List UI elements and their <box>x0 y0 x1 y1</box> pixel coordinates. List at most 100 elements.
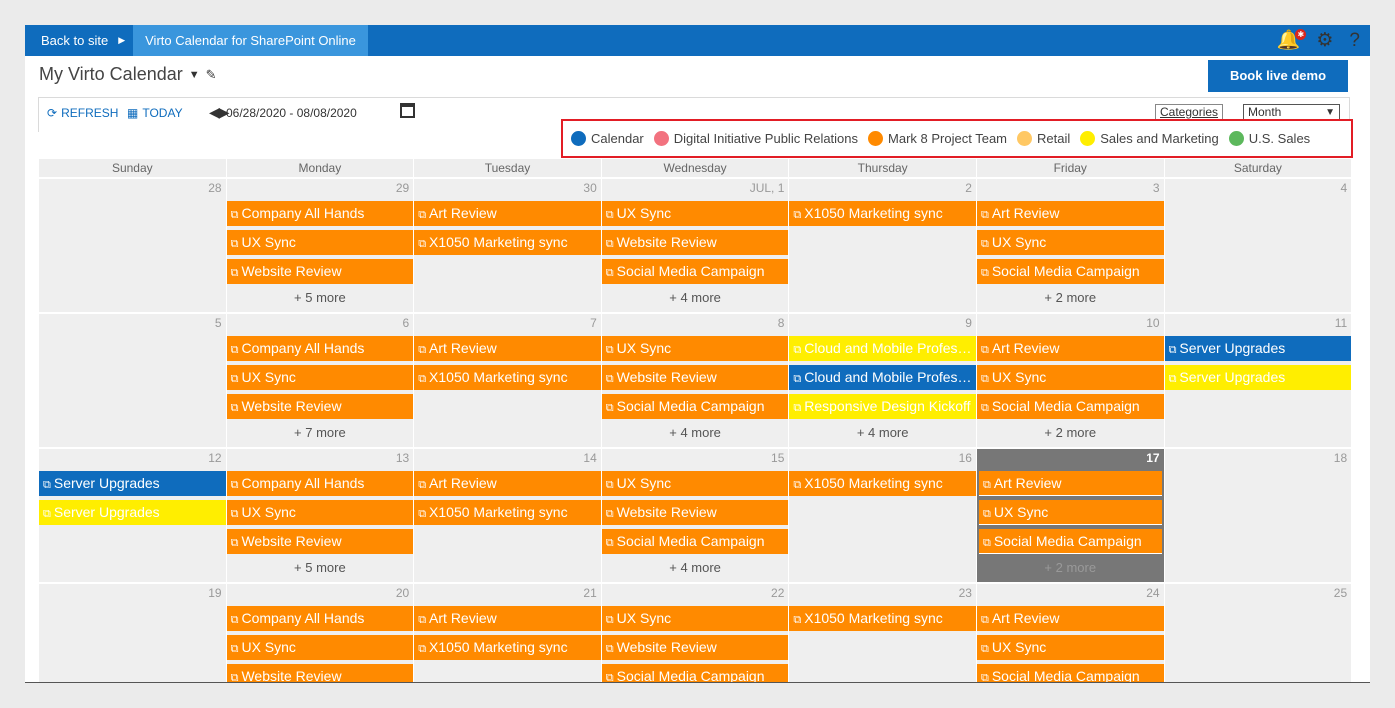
day-number[interactable]: 29 <box>396 181 409 195</box>
day-cell[interactable]: 7 ⧉ Art Review ⧉ X1050 Marketing sync <box>414 314 601 447</box>
day-cell[interactable]: 18 <box>1164 449 1352 582</box>
day-cell[interactable]: 5 <box>39 314 226 447</box>
event-item[interactable]: ⧉ Website Review <box>226 394 414 419</box>
more-events-link[interactable]: + 4 more <box>602 560 789 575</box>
more-events-link[interactable]: + 2 more <box>977 560 1164 575</box>
event-item[interactable]: ⧉ Company All Hands <box>226 201 414 226</box>
legend-item[interactable]: Digital Initiative Public Relations <box>653 131 858 146</box>
settings-gear-icon[interactable]: ⚙ <box>1316 25 1333 56</box>
day-cell[interactable]: 2 ⧉ X1050 Marketing sync <box>789 179 976 312</box>
event-item[interactable]: ⧉ Social Media Campaign <box>976 394 1164 419</box>
day-number[interactable]: JUL, 1 <box>750 181 785 195</box>
event-item[interactable]: ⧉ UX Sync <box>601 201 789 226</box>
day-cell[interactable]: 28 <box>39 179 226 312</box>
event-item[interactable]: ⧉ UX Sync <box>976 230 1164 255</box>
day-cell[interactable]: 20 ⧉ Company All Hands ⧉ UX Sync ⧉ Website Rev… <box>226 584 414 682</box>
notifications-bell-icon[interactable]: 🔔 ✱ <box>1277 25 1307 56</box>
day-number[interactable]: 20 <box>396 586 409 600</box>
calendar-picker-icon[interactable] <box>400 103 415 118</box>
day-cell[interactable]: 22 ⧉ UX Sync ⧉ Website Review ⧉ Social Media C… <box>601 584 789 682</box>
event-item[interactable]: ⧉ Website Review <box>601 500 789 525</box>
event-item[interactable]: ⧉ UX Sync <box>978 500 1162 525</box>
back-to-site-link[interactable]: Back to site <box>25 25 116 56</box>
more-events-link[interactable]: + 4 more <box>602 425 789 440</box>
event-item[interactable]: ⧉ Server Upgrades <box>1164 336 1352 361</box>
event-item[interactable]: ⧉ Social Media Campaign <box>976 259 1164 284</box>
day-number[interactable]: 3 <box>1153 181 1160 195</box>
more-events-link[interactable]: + 5 more <box>227 560 414 575</box>
calendar-title[interactable]: My Virto Calendar <box>39 64 183 85</box>
day-number[interactable]: 13 <box>396 451 409 465</box>
day-number[interactable]: 22 <box>771 586 784 600</box>
event-item[interactable]: ⧉ Company All Hands <box>226 336 414 361</box>
day-cell[interactable]: 16 ⧉ X1050 Marketing sync <box>789 449 976 582</box>
event-item[interactable]: ⧉ Art Review <box>414 201 601 226</box>
event-item[interactable]: ⧉ Server Upgrades <box>39 500 226 525</box>
event-item[interactable]: ⧉ Social Media Campaign <box>601 529 789 554</box>
event-item[interactable]: ⧉ Website Review <box>601 230 789 255</box>
day-cell[interactable]: 23 ⧉ X1050 Marketing sync <box>789 584 976 682</box>
event-item[interactable]: ⧉ Website Review <box>601 635 789 660</box>
day-number[interactable]: 2 <box>965 181 972 195</box>
day-cell[interactable]: 30 ⧉ Art Review ⧉ X1050 Marketing sync <box>414 179 601 312</box>
event-item[interactable]: ⧉ UX Sync <box>226 500 414 525</box>
event-item[interactable]: ⧉ X1050 Marketing sync <box>414 230 601 255</box>
event-item[interactable]: ⧉ Art Review <box>414 336 601 361</box>
day-number[interactable]: 9 <box>965 316 972 330</box>
day-number[interactable]: 4 <box>1340 181 1347 195</box>
day-number[interactable]: 14 <box>583 451 596 465</box>
day-number[interactable]: 30 <box>583 181 596 195</box>
event-item[interactable]: ⧉ Website Review <box>226 259 414 284</box>
legend-item[interactable]: Sales and Marketing <box>1080 131 1219 146</box>
event-item[interactable]: ⧉ Art Review <box>414 606 601 631</box>
more-events-link[interactable]: + 7 more <box>227 425 414 440</box>
app-title-tab[interactable]: Virto Calendar for SharePoint Online <box>133 25 368 56</box>
event-item[interactable]: ⧉ Social Media Campaign <box>978 529 1162 554</box>
event-item[interactable]: ⧉ Art Review <box>976 606 1164 631</box>
day-cell[interactable]: 3 ⧉ Art Review ⧉ UX Sync ⧉ Social Media Campai… <box>976 179 1164 312</box>
event-item[interactable]: ⧉ UX Sync <box>601 606 789 631</box>
day-cell[interactable]: JUL, 1 ⧉ UX Sync ⧉ Website Review ⧉ Social Med… <box>601 179 789 312</box>
more-events-link[interactable]: + 5 more <box>227 290 414 305</box>
day-cell[interactable]: 13 ⧉ Company All Hands ⧉ UX Sync ⧉ Website Rev… <box>226 449 414 582</box>
event-item[interactable]: ⧉ X1050 Marketing sync <box>414 500 601 525</box>
event-item[interactable]: ⧉ Art Review <box>978 471 1162 496</box>
legend-item[interactable]: Retail <box>1017 131 1070 146</box>
day-cell[interactable]: 10 ⧉ Art Review ⧉ UX Sync ⧉ Social Media Campa… <box>976 314 1164 447</box>
day-cell[interactable]: 8 ⧉ UX Sync ⧉ Website Review ⧉ Social Media Ca… <box>601 314 789 447</box>
day-cell[interactable]: 19 <box>39 584 226 682</box>
day-cell[interactable]: 12 ⧉ Server Upgrades ⧉ Server Upgrades <box>39 449 226 582</box>
event-item[interactable]: ⧉ X1050 Marketing sync <box>414 635 601 660</box>
chevron-down-icon[interactable]: ▼ <box>189 69 200 81</box>
day-number[interactable]: 28 <box>208 181 221 195</box>
day-cell[interactable]: 15 ⧉ UX Sync ⧉ Website Review ⧉ Social Media C… <box>601 449 789 582</box>
event-item[interactable]: ⧉ X1050 Marketing sync <box>789 471 976 496</box>
day-cell[interactable]: 24 ⧉ Art Review ⧉ UX Sync ⧉ Social Media Campa… <box>976 584 1164 682</box>
event-item[interactable]: ⧉ UX Sync <box>226 365 414 390</box>
day-number[interactable]: 17 <box>1146 451 1159 465</box>
event-item[interactable]: ⧉ Company All Hands <box>226 606 414 631</box>
event-item[interactable]: ⧉ Social Media Campaign <box>976 664 1164 682</box>
day-cell[interactable]: 17 ⧉ Art Review ⧉ UX Sync ⧉ Social Media Campa… <box>976 449 1164 582</box>
day-cell[interactable]: 11 ⧉ Server Upgrades ⧉ Server Upgrades <box>1164 314 1352 447</box>
event-item[interactable]: ⧉ Company All Hands <box>226 471 414 496</box>
day-number[interactable]: 10 <box>1146 316 1159 330</box>
event-item[interactable]: ⧉ Social Media Campaign <box>601 394 789 419</box>
event-item[interactable]: ⧉ X1050 Marketing sync <box>414 365 601 390</box>
event-item[interactable]: ⧉ Website Review <box>226 529 414 554</box>
previous-arrow-icon[interactable]: ◀ <box>209 104 220 120</box>
today-button[interactable]: ▦ TODAY <box>127 106 183 120</box>
more-events-link[interactable]: + 4 more <box>602 290 789 305</box>
legend-item[interactable]: Calendar <box>571 131 644 146</box>
legend-item[interactable]: U.S. Sales <box>1228 131 1310 146</box>
day-number[interactable]: 15 <box>771 451 784 465</box>
event-item[interactable]: ⧉ Server Upgrades <box>1164 365 1352 390</box>
day-cell[interactable]: 4 <box>1164 179 1352 312</box>
day-number[interactable]: 5 <box>215 316 222 330</box>
day-cell[interactable]: 25 <box>1164 584 1352 682</box>
day-number[interactable]: 24 <box>1146 586 1159 600</box>
day-number[interactable]: 21 <box>583 586 596 600</box>
day-number[interactable]: 19 <box>208 586 221 600</box>
day-number[interactable]: 18 <box>1334 451 1347 465</box>
day-number[interactable]: 6 <box>403 316 410 330</box>
